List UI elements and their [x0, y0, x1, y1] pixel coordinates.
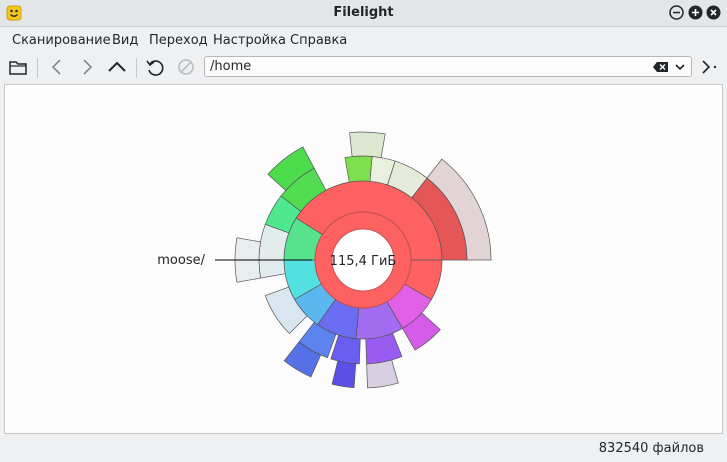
- status-bar: 832540 файлов: [0, 435, 727, 462]
- menu-scan[interactable]: Сканирование: [12, 33, 111, 48]
- up-icon[interactable]: [106, 56, 128, 78]
- back-icon[interactable]: [46, 56, 68, 78]
- toolbar-separator: [136, 58, 137, 78]
- location-input[interactable]: /home: [204, 56, 692, 77]
- menu-help[interactable]: Справка: [290, 33, 347, 48]
- rescan-icon[interactable]: [144, 56, 166, 78]
- file-count: 832540 файлов: [598, 441, 704, 456]
- hover-label: moose/: [157, 253, 205, 268]
- clear-text-icon[interactable]: [653, 60, 669, 74]
- menu-bar: Сканирование Вид Переход Настройка Справ…: [0, 27, 727, 51]
- toolbar-separator: [37, 58, 38, 78]
- minimize-icon[interactable]: [669, 5, 684, 20]
- center-size-label: 115,4 ГиБ: [330, 254, 397, 269]
- segment-subfolder[interactable]: [258, 223, 290, 279]
- segment-deep[interactable]: [331, 360, 357, 389]
- segment-subfolder[interactable]: [330, 334, 361, 365]
- title-bar[interactable]: Filelight: [0, 0, 727, 27]
- folder-open-icon[interactable]: [7, 56, 29, 78]
- window-title: Filelight: [333, 5, 394, 20]
- close-icon[interactable]: [706, 5, 721, 20]
- radial-map[interactable]: moose/ 115,4 ГиБ: [5, 85, 722, 433]
- maximize-icon[interactable]: [688, 5, 703, 20]
- stop-icon[interactable]: [175, 56, 197, 78]
- menu-go[interactable]: Переход: [149, 33, 208, 48]
- segment-deep[interactable]: [366, 359, 399, 389]
- forward-icon[interactable]: [76, 56, 98, 78]
- menu-settings[interactable]: Настройка: [213, 33, 286, 48]
- more-icon[interactable]: [698, 56, 720, 78]
- location-value: /home: [210, 59, 252, 74]
- menu-view[interactable]: Вид: [112, 33, 138, 48]
- chevron-down-icon[interactable]: [673, 60, 687, 74]
- segment-deep[interactable]: [349, 131, 386, 158]
- segment-subfolder[interactable]: [344, 155, 373, 183]
- radial-map-view[interactable]: moose/ 115,4 ГиБ: [4, 84, 723, 434]
